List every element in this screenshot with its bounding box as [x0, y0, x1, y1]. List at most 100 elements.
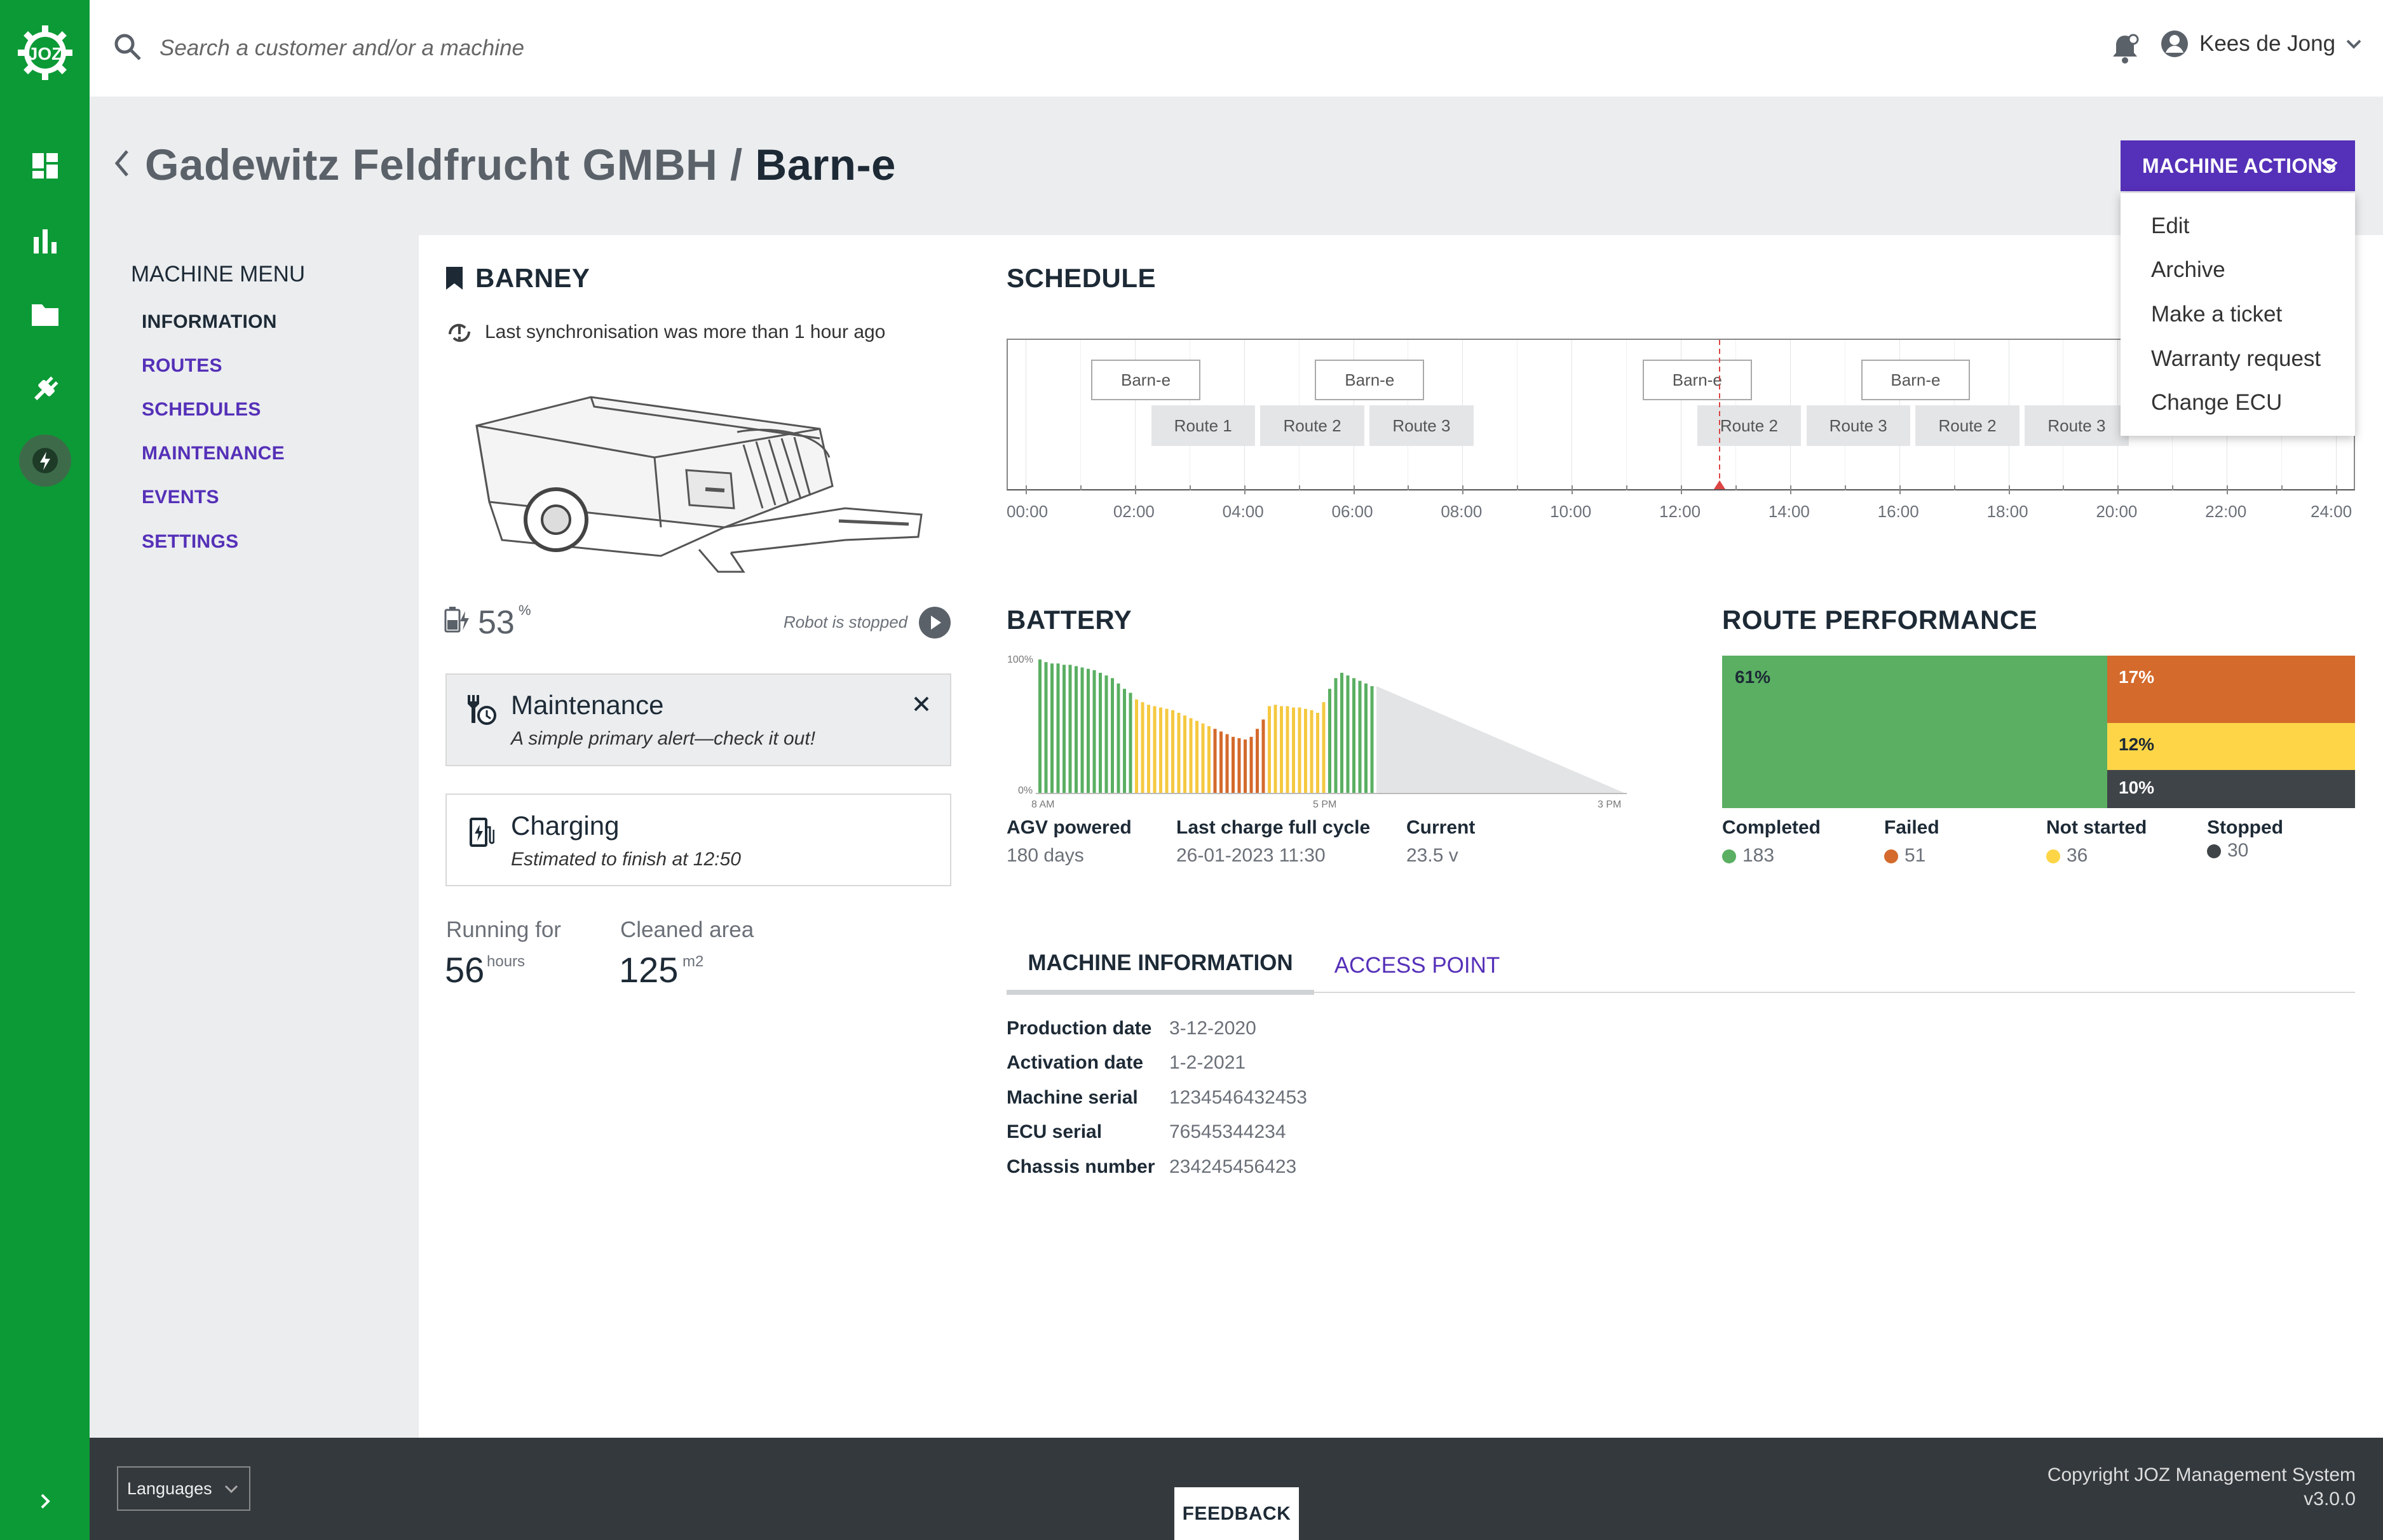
dropdown-item-change-ecu[interactable]: Change ECU: [2151, 390, 2282, 415]
bar-chart-icon[interactable]: [24, 220, 66, 262]
schedule-barn-block[interactable]: Barn-e: [1642, 360, 1752, 400]
notification-bell-icon[interactable]: [2110, 33, 2140, 68]
battery-bar: [1328, 689, 1331, 793]
plug-icon[interactable]: [24, 368, 66, 410]
machine-menu-title: MACHINE MENU: [131, 262, 306, 287]
battery-bar: [1087, 668, 1090, 793]
schedule-route-block[interactable]: Route 3: [1369, 405, 1474, 446]
copyright-text: Copyright JOZ Management System: [2047, 1464, 2356, 1485]
battery-bar: [1075, 666, 1078, 793]
battery-bar: [1364, 683, 1368, 793]
battery-bar: [1165, 708, 1169, 793]
schedule-route-block[interactable]: Route 3: [1806, 405, 1910, 446]
user-menu[interactable]: Kees de Jong: [2160, 29, 2362, 58]
back-chevron-icon[interactable]: [112, 147, 131, 182]
charging-station-icon: [469, 817, 495, 851]
info-label: Chassis number: [1007, 1156, 1155, 1177]
battery-bar: [1080, 667, 1084, 793]
running-unit: hours: [487, 953, 526, 970]
battery-bar: [1268, 706, 1271, 793]
battery-level: 53: [478, 604, 515, 641]
schedule-tick-mark: [1462, 485, 1464, 494]
battery-bar: [1370, 686, 1374, 793]
legend-completed-label: Completed: [1722, 817, 1821, 838]
play-button[interactable]: [918, 606, 951, 642]
schedule-route-block[interactable]: Route 2: [1260, 405, 1364, 446]
schedule-tick-mark: [1681, 485, 1682, 494]
search-icon: [112, 32, 143, 65]
footer: Languages FEEDBACK Copyright JOZ Managem…: [90, 1438, 2383, 1540]
schedule-gridline: [1080, 340, 1081, 489]
menu-item-routes[interactable]: ROUTES: [142, 355, 222, 377]
schedule-barn-block[interactable]: Barn-e: [1091, 360, 1200, 400]
failed-block: 17%: [2107, 656, 2355, 723]
menu-item-maintenance[interactable]: MAINTENANCE: [142, 443, 285, 464]
feedback-button[interactable]: FEEDBACK: [1174, 1487, 1299, 1540]
schedule-barn-block[interactable]: Barn-e: [1315, 360, 1425, 400]
tab-machine-information[interactable]: MACHINE INFORMATION: [1007, 936, 1314, 995]
menu-item-information[interactable]: INFORMATION: [142, 311, 277, 333]
battery-bar: [1225, 734, 1229, 793]
machine-actions-button[interactable]: MACHINE ACTIONS: [2121, 140, 2355, 191]
info-value: 76545344234: [1169, 1121, 1286, 1142]
menu-item-events[interactable]: EVENTS: [142, 487, 219, 508]
joz-logo[interactable]: JOZ: [17, 24, 74, 81]
legend-failed-label: Failed: [1884, 817, 1939, 838]
battery-bar: [1038, 659, 1042, 793]
charging-text: Estimated to finish at 12:50: [511, 849, 741, 870]
schedule-barn-block[interactable]: Barn-e: [1861, 360, 1971, 400]
menu-item-settings[interactable]: SETTINGS: [142, 531, 238, 553]
menu-item-schedules[interactable]: SCHEDULES: [142, 399, 261, 421]
schedule-route-block[interactable]: Route 2: [1697, 405, 1801, 446]
schedule-title: SCHEDULE: [1007, 263, 1157, 293]
tab-access-point[interactable]: ACCESS POINT: [1315, 936, 1519, 995]
battery-bar: [1195, 720, 1198, 793]
title-separator: /: [717, 140, 756, 189]
battery-bar: [1159, 707, 1162, 793]
search-input[interactable]: [160, 25, 731, 71]
schedule-route-block[interactable]: Route 2: [1915, 405, 2020, 446]
not-started-pct: 12%: [2119, 734, 2155, 754]
info-label: Activation date: [1007, 1052, 1144, 1073]
schedule-tick-mark: [1572, 485, 1573, 494]
schedule-tick-label: 02:00: [1113, 502, 1155, 521]
battery-bar: [1141, 702, 1144, 793]
expand-sidebar-icon[interactable]: [24, 1480, 66, 1522]
maintenance-text: A simple primary alert—check it out!: [511, 728, 816, 749]
folder-icon[interactable]: [24, 294, 66, 335]
battery-bar: [1358, 680, 1362, 793]
dropdown-item-make-ticket[interactable]: Make a ticket: [2151, 302, 2282, 327]
languages-select[interactable]: Languages: [117, 1466, 250, 1511]
schedule-tick-mark: [1408, 485, 1409, 490]
chevron-down-icon: [2304, 140, 2355, 191]
schedule-tick-label: 24:00: [2311, 502, 2352, 521]
schedule-tick-label: 06:00: [1331, 502, 1373, 521]
dropdown-item-archive[interactable]: Archive: [2151, 257, 2225, 283]
schedule-tick-mark: [1844, 485, 1846, 490]
sync-warning-icon: [445, 320, 474, 349]
battery-bar: [1104, 675, 1108, 793]
schedule-route-block[interactable]: Route 3: [2025, 405, 2129, 446]
schedule-tick-mark: [1298, 485, 1300, 490]
dropdown-item-edit[interactable]: Edit: [2151, 213, 2189, 239]
schedule-tick-label: 20:00: [2096, 502, 2138, 521]
battery-bar: [1298, 707, 1301, 793]
schedule-tick-mark: [2227, 485, 2229, 494]
legend-stopped-count: 30: [2227, 840, 2249, 861]
area-unit: m2: [682, 953, 704, 970]
dropdown-item-warranty-request[interactable]: Warranty request: [2151, 346, 2321, 372]
battery-bar: [1183, 715, 1186, 793]
close-icon[interactable]: [913, 695, 930, 716]
chevron-down-icon: [224, 1485, 238, 1494]
bookmark-icon: [445, 266, 464, 294]
schedule-tick-label: 08:00: [1441, 502, 1483, 521]
info-label: ECU serial: [1007, 1121, 1103, 1142]
dashboard-icon[interactable]: [24, 145, 66, 187]
legend-stopped-label: Stopped: [2207, 817, 2283, 838]
customer-name[interactable]: Gadewitz Feldfrucht GMBH: [145, 140, 717, 189]
schedule-route-block[interactable]: Route 1: [1151, 405, 1255, 446]
current-label: Current: [1406, 817, 1476, 838]
schedule-tick-label: 14:00: [1768, 502, 1810, 521]
legend-completed-count: 183: [1742, 845, 1775, 866]
machine-nav-icon[interactable]: [19, 435, 71, 487]
